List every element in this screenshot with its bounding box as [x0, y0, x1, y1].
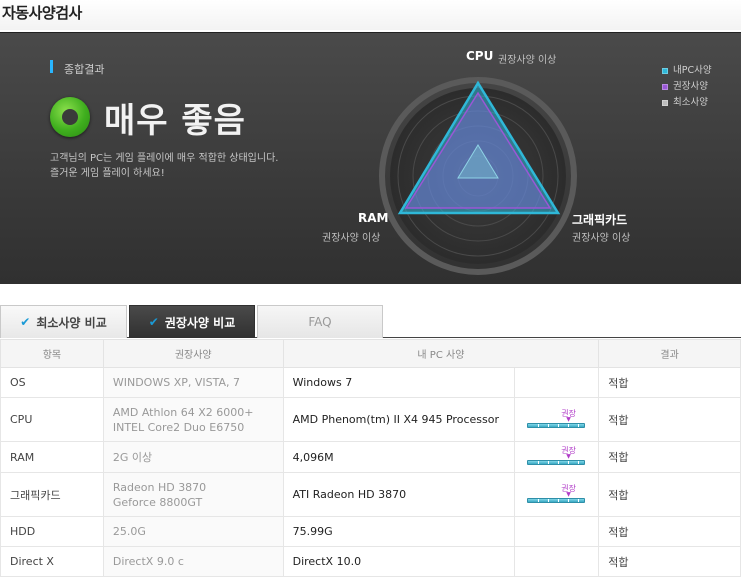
header-result: 결과 [598, 339, 741, 368]
gauge-marker-icon: ▼ [566, 415, 571, 423]
recommended-line-1: 25.0G [112, 525, 146, 538]
cell-item: Direct X [0, 546, 104, 577]
grade-description: 고객님의 PC는 게임 플레이에 매우 적합한 상태입니다. 즐거운 게임 플레… [50, 151, 310, 181]
legend-label-recommended: 권장사양 [673, 81, 708, 92]
gauge-marker-icon: ▼ [566, 490, 571, 498]
radar-chart [379, 77, 577, 275]
tab-minimum-label: 최소사양 비교 [36, 315, 107, 330]
header-my-pc: 내 PC 사양 [282, 339, 600, 368]
legend-swatch-my-pc [662, 68, 668, 74]
gauge-bar [527, 460, 586, 465]
grade-description-line-2: 즐거운 게임 플레이 하세요! [50, 168, 165, 179]
table-row: OS WINDOWS XP, VISTA, 7 Windows 7 적합 [0, 367, 741, 398]
recommended-line-1: Radeon HD 3870 [112, 480, 207, 494]
recommended-gauge: 권장 ▼ [527, 409, 587, 430]
recommended-gauge: 권장 ▼ [527, 484, 587, 505]
tab-faq-label: FAQ [308, 315, 332, 329]
gauge-bar [527, 497, 586, 503]
tab-minimum-comparison[interactable]: ✔ 최소사양 비교 [0, 305, 127, 338]
cell-gauge: 권장 ▼ [514, 472, 600, 517]
gauge-bar [527, 422, 586, 428]
header-item: 항목 [0, 339, 104, 368]
grade-text: 매우 좋음 [104, 101, 246, 141]
page-title: 자동사양검사 [2, 4, 82, 22]
cell-recommended: WINDOWS XP, VISTA, 7 [102, 367, 284, 398]
summary-label: 종합결과 [52, 61, 104, 77]
radar-legend: 내PC사양 권장사양 최소사양 [662, 63, 712, 111]
grade-ok-icon [50, 97, 90, 137]
cell-gauge [514, 546, 600, 577]
legend-label-my-pc: 내PC사양 [673, 65, 712, 76]
tab-recommended-comparison[interactable]: ✔ 권장사양 비교 [129, 305, 255, 338]
summary-label-text: 종합결과 [64, 63, 105, 76]
radar-axis-gpu-status: 권장사양 이상 [572, 233, 631, 244]
cell-recommended: AMD Athlon 64 X2 6000+ INTEL Core2 Duo E6… [102, 397, 284, 442]
table-row: Direct X DirectX 9.0 c DirectX 10.0 적합 [0, 546, 741, 577]
cell-result: 적합 [598, 546, 741, 577]
cell-my-pc: AMD Phenom(tm) II X4 945 Processor [282, 397, 516, 442]
cell-my-pc: ATI Radeon HD 3870 [282, 472, 516, 517]
cell-recommended: DirectX 9.0 c [102, 546, 284, 577]
table-row: CPU AMD Athlon 64 X2 6000+ INTEL Core2 Duo… [0, 397, 741, 442]
cell-my-pc: DirectX 10.0 [282, 546, 516, 577]
legend-item-minimum: 최소사양 [662, 95, 712, 111]
cell-result: 적합 [598, 367, 741, 398]
cell-my-pc: 75.99G [282, 516, 516, 547]
cell-item: OS [0, 367, 104, 398]
cell-my-pc: Windows 7 [282, 367, 516, 398]
radar-axis-ram-title: RAM [358, 211, 389, 225]
radar-axis-ram-status: 권장사양 이상 [322, 233, 381, 244]
recommended-line-1: 2G 이상 [112, 450, 153, 464]
cell-result: 적합 [598, 472, 741, 517]
title-bar-background [0, 0, 741, 30]
cell-item: CPU [0, 397, 104, 442]
cell-gauge: 권장 ▼ [514, 441, 600, 473]
cell-item: 그래픽카드 [0, 472, 104, 517]
legend-swatch-recommended [662, 84, 668, 90]
cell-gauge [514, 367, 600, 398]
cell-my-pc: 4,096M [282, 441, 516, 473]
radar-axis-cpu-title: CPU [466, 49, 494, 63]
cell-recommended: 25.0G [102, 516, 284, 547]
table-row: RAM 2G 이상 4,096M 권장 ▼ 적합 [0, 441, 741, 473]
cell-item: RAM [0, 441, 104, 473]
recommended-line-1: AMD Athlon 64 X2 6000+ [112, 405, 254, 419]
radar-axis-cpu-status: 권장사양 이상 [498, 55, 557, 66]
cell-item: HDD [0, 516, 104, 547]
cell-recommended: Radeon HD 3870 Geforce 8800GT [102, 472, 284, 517]
tab-faq[interactable]: FAQ [257, 305, 383, 338]
legend-item-my-pc: 내PC사양 [662, 63, 712, 79]
recommended-gauge: 권장 ▼ [527, 446, 587, 467]
legend-label-minimum: 최소사양 [673, 97, 708, 108]
check-icon: ✔ [148, 315, 159, 329]
recommended-line-2: INTEL Core2 Duo E6750 [112, 420, 245, 434]
table-row: 그래픽카드 Radeon HD 3870 Geforce 8800GT ATI Rad… [0, 472, 741, 517]
check-icon: ✔ [20, 315, 31, 329]
cell-result: 적합 [598, 516, 741, 547]
cell-result: 적합 [598, 397, 741, 442]
result-panel: 종합결과 매우 좋음 고객님의 PC는 게임 플레이에 매우 적합한 상태입니다… [0, 32, 741, 284]
comparison-tabs: ✔ 최소사양 비교 ✔ 권장사양 비교 FAQ [0, 305, 741, 338]
spec-comparison-table: 항목 권장사양 내 PC 사양 결과 OS WINDOWS XP, VISTA, … [0, 339, 741, 577]
legend-swatch-minimum [662, 100, 668, 106]
recommended-line-1: DirectX 9.0 c [112, 555, 184, 568]
table-header-row: 항목 권장사양 내 PC 사양 결과 [0, 339, 741, 368]
cell-recommended: 2G 이상 [102, 441, 284, 473]
header-recommended: 권장사양 [102, 339, 284, 368]
recommended-line-2: Geforce 8800GT [112, 495, 203, 509]
table-row: HDD 25.0G 75.99G 적합 [0, 516, 741, 547]
cell-gauge: 권장 ▼ [514, 397, 600, 442]
tab-recommended-label: 권장사양 비교 [164, 315, 236, 330]
cell-result: 적합 [598, 441, 741, 473]
legend-item-recommended: 권장사양 [662, 79, 712, 95]
cell-gauge [514, 516, 600, 547]
grade-description-line-1: 고객님의 PC는 게임 플레이에 매우 적합한 상태입니다. [50, 153, 279, 164]
radar-axis-gpu-title: 그래픽카드 [572, 213, 628, 227]
recommended-line-1: WINDOWS XP, VISTA, 7 [112, 376, 240, 389]
